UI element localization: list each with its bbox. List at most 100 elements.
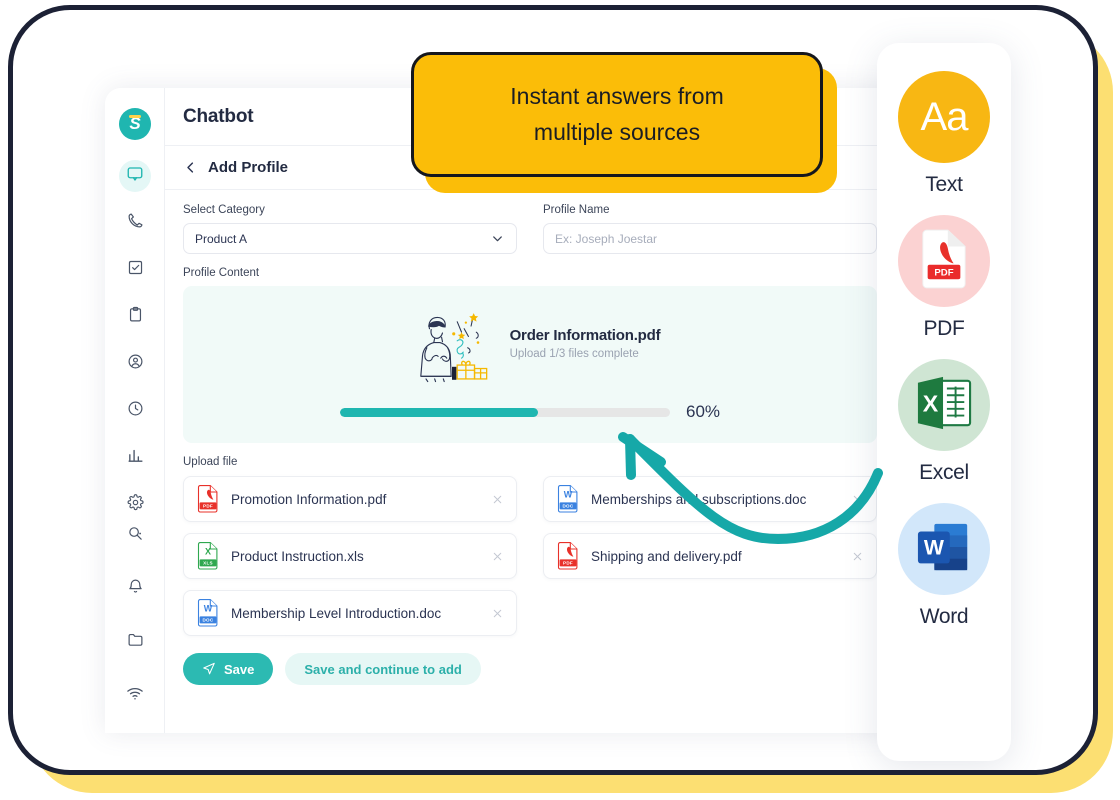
bar-chart-icon <box>127 447 144 469</box>
category-label: Select Category <box>183 204 265 216</box>
file-row[interactable]: X XLS Product Instruction.xls <box>183 533 517 579</box>
close-icon[interactable] <box>491 550 504 563</box>
pdf-file-icon: PDF <box>196 485 220 513</box>
xls-file-icon: X XLS <box>196 542 220 570</box>
device-frame: S Chatbot Add Profile Select Category Pr… <box>8 5 1098 775</box>
sidebar-item-user-search[interactable] <box>119 520 151 552</box>
user-circle-icon <box>127 353 144 375</box>
pdf-file-icon: PDF <box>919 229 969 294</box>
close-icon[interactable] <box>491 607 504 620</box>
chevron-left-icon[interactable] <box>183 160 198 175</box>
file-row[interactable]: PDF Promotion Information.pdf <box>183 476 517 522</box>
file-type-card-text[interactable]: Aa Text <box>877 71 1011 197</box>
excel-file-icon: X <box>915 375 973 436</box>
file-row[interactable]: W DOC Memberships and subscriptions.doc <box>543 476 877 522</box>
form-row-top: Select Category Product A Profile Name E… <box>183 204 877 254</box>
pdf-file-icon: PDF <box>556 542 580 570</box>
svg-text:DOC: DOC <box>562 504 573 509</box>
sidebar-item-chat[interactable] <box>119 160 151 192</box>
file-type-label: PDF <box>923 317 965 340</box>
svg-text:PDF: PDF <box>563 561 573 566</box>
checkbox-icon <box>127 259 144 281</box>
upload-file-label: Upload file <box>183 456 238 468</box>
profile-name-field-group: Profile Name Ex: Joseph Joestar <box>543 204 877 254</box>
sidebar-item-forms[interactable] <box>119 301 151 333</box>
file-type-label: Word <box>919 605 969 628</box>
sidebar-item-settings[interactable] <box>119 489 151 521</box>
file-name: Membership Level Introduction.doc <box>231 605 442 621</box>
chevron-down-icon <box>490 231 505 246</box>
form-actions: Save Save and continue to add <box>183 653 877 685</box>
category-field-group: Select Category Product A <box>183 204 517 254</box>
sidebar-nav <box>105 160 165 536</box>
wifi-icon <box>126 684 144 707</box>
close-icon[interactable] <box>491 493 504 506</box>
upload-status-text: Upload 1/3 files complete <box>509 347 639 360</box>
upload-progress-panel: Order Information.pdf Upload 1/3 files c… <box>183 286 877 443</box>
form-body: Select Category Product A Profile Name E… <box>165 190 895 733</box>
logo-letter: S <box>129 114 141 133</box>
svg-text:PDF: PDF <box>934 267 953 278</box>
progress-bar-fill <box>339 407 538 417</box>
save-button[interactable]: Save <box>183 653 274 685</box>
close-icon[interactable] <box>851 550 864 563</box>
category-selected-value: Product A <box>195 231 248 246</box>
file-row[interactable]: PDF Shipping and delivery.pdf <box>543 533 877 579</box>
svg-text:X: X <box>923 390 939 416</box>
save-and-continue-button[interactable]: Save and continue to add <box>285 653 481 685</box>
svg-text:W: W <box>924 535 945 559</box>
category-select[interactable]: Product A <box>183 223 517 254</box>
sidebar-item-files[interactable] <box>119 626 151 658</box>
close-icon[interactable] <box>851 493 864 506</box>
progress-row: 60% <box>183 402 877 422</box>
file-name: Shipping and delivery.pdf <box>591 548 742 564</box>
screenshot-stage: S Chatbot Add Profile Select Category Pr… <box>0 0 1120 800</box>
sidebar-item-connection[interactable] <box>119 679 151 711</box>
chat-bubble-icon <box>126 165 144 188</box>
sidebar-item-tasks[interactable] <box>119 254 151 286</box>
send-icon <box>202 661 216 678</box>
uploaded-files-list: PDF Promotion Information.pdf W DOC Membersh… <box>183 476 877 636</box>
file-type-label: Text <box>925 173 963 196</box>
surprised-person-with-gifts-illustration <box>400 302 504 390</box>
sidebar-item-contacts[interactable] <box>119 348 151 380</box>
file-type-card-excel[interactable]: X Excel <box>877 359 1011 485</box>
profile-content-label: Profile Content <box>183 267 260 279</box>
svg-text:W: W <box>564 489 573 499</box>
svg-text:DOC: DOC <box>202 618 213 623</box>
clipboard-icon <box>127 306 144 328</box>
file-type-icon-circle: W <box>898 503 990 595</box>
file-name: Promotion Information.pdf <box>231 491 387 507</box>
sidebar-item-calls[interactable] <box>119 207 151 239</box>
phone-icon <box>127 212 144 234</box>
sidebar: S <box>105 88 165 733</box>
sidebar-item-notifications[interactable] <box>119 573 151 605</box>
app-logo[interactable]: S <box>119 108 151 140</box>
file-type-card-word[interactable]: W Word <box>877 503 1011 629</box>
svg-text:X: X <box>205 546 211 556</box>
file-type-icon-circle: X <box>898 359 990 451</box>
doc-file-icon: W DOC <box>556 485 580 513</box>
profile-name-input[interactable]: Ex: Joseph Joestar <box>543 223 877 254</box>
profile-name-placeholder: Ex: Joseph Joestar <box>555 231 658 246</box>
bell-icon <box>127 578 144 600</box>
clock-icon <box>127 400 144 422</box>
sidebar-item-history[interactable] <box>119 395 151 427</box>
file-row[interactable]: W DOC Membership Level Introduction.doc <box>183 590 517 636</box>
folder-icon <box>127 631 144 653</box>
upload-text-block: Order Information.pdf Upload 1/3 files c… <box>510 327 661 366</box>
subheader-title: Add Profile <box>208 159 289 176</box>
save-button-label: Save <box>224 661 255 677</box>
callout-banner: Instant answers from multiple sources <box>411 52 823 177</box>
file-type-icon-circle: PDF <box>898 215 990 307</box>
progress-bar-track <box>339 407 670 417</box>
svg-text:W: W <box>204 603 213 613</box>
sidebar-item-analytics[interactable] <box>119 442 151 474</box>
svg-text:XLS: XLS <box>203 561 213 566</box>
file-type-icon-circle: Aa <box>898 71 990 163</box>
upload-summary: Order Information.pdf Upload 1/3 files c… <box>183 286 877 390</box>
word-file-icon: W <box>915 519 973 580</box>
file-type-card-pdf[interactable]: PDF PDF <box>877 215 1011 341</box>
sidebar-nav-bottom <box>105 520 165 711</box>
file-name: Memberships and subscriptions.doc <box>591 491 807 507</box>
